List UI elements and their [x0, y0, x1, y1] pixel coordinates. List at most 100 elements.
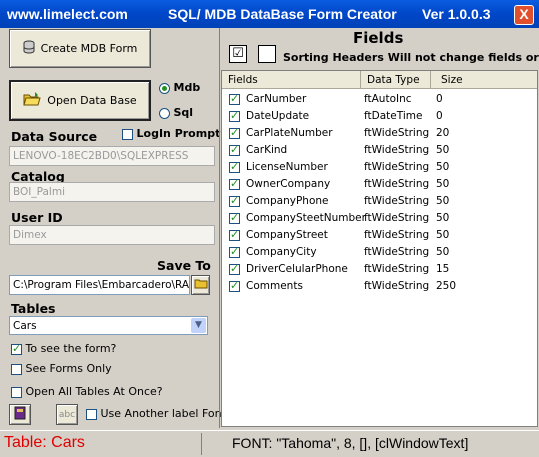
row-checkbox[interactable] — [229, 194, 240, 207]
app-title: SQL/ MDB DataBase Form Creator — [168, 6, 397, 22]
use-another-font-checkbox[interactable]: Use Another label Font — [86, 407, 226, 420]
row-field-name: Comments — [246, 280, 303, 292]
row-checkbox[interactable] — [229, 92, 240, 105]
row-checkbox[interactable] — [229, 262, 240, 275]
header-fields[interactable]: Fields — [222, 71, 360, 89]
login-prompt-checkbox[interactable]: LogIn Prompt — [122, 127, 220, 140]
app-version: Ver 1.0.0.3 — [422, 6, 491, 22]
see-forms-only-check[interactable] — [11, 363, 22, 375]
table-row[interactable]: DateUpdate ftDateTime 0 — [228, 108, 533, 125]
radio-sql[interactable]: Sql — [159, 106, 193, 119]
row-checkbox[interactable] — [229, 177, 240, 190]
create-mdb-form-button[interactable]: Create MDB Form — [9, 29, 151, 68]
row-data-type: ftWideString — [364, 212, 430, 224]
row-size: 250 — [436, 280, 457, 292]
table-row[interactable]: OwnerCompany ftWideString 50 — [228, 176, 533, 193]
see-forms-only-checkbox[interactable]: See Forms Only — [11, 362, 112, 375]
row-checkbox[interactable] — [229, 245, 240, 258]
to-see-form-checkbox[interactable]: To see the form? — [11, 342, 116, 355]
row-size: 15 — [436, 263, 450, 275]
row-size: 50 — [436, 195, 450, 207]
abc-font-label: abc — [58, 409, 76, 420]
row-size: 50 — [436, 144, 450, 156]
row-size: 50 — [436, 212, 450, 224]
row-size: 20 — [436, 127, 450, 139]
catalog-field[interactable]: BOI_Palmi — [9, 182, 215, 202]
status-divider — [201, 433, 202, 455]
table-row[interactable]: CarPlateNumber ftWideString 20 — [228, 125, 533, 142]
table-row[interactable]: CompanyStreet ftWideString 50 — [228, 227, 533, 244]
status-font: FONT: "Tahoma", 8, [], [clWindowText] — [232, 435, 469, 451]
site-url: www.limelect.com — [7, 6, 128, 22]
check-all-icon[interactable]: ☑ — [229, 45, 247, 63]
login-prompt-check[interactable] — [122, 128, 133, 140]
radio-mdb[interactable]: Mdb — [159, 81, 200, 94]
open-folder-icon — [23, 92, 41, 109]
table-row[interactable]: LicenseNumber ftWideString 50 — [228, 159, 533, 176]
row-data-type: ftAutoInc — [364, 93, 412, 105]
row-field-name: DriverCelularPhone — [246, 263, 348, 275]
data-source-field[interactable]: LENOVO-18EC2BD0\SQLEXPRESS — [9, 146, 215, 166]
row-size: 50 — [436, 161, 450, 173]
user-id-label: User ID — [11, 210, 63, 225]
uncheck-all-toggle[interactable] — [258, 45, 276, 66]
table-row[interactable]: CarNumber ftAutoInc 0 — [228, 91, 533, 108]
row-checkbox[interactable] — [229, 211, 240, 224]
row-field-name: LicenseNumber — [246, 161, 328, 173]
row-checkbox[interactable] — [229, 228, 240, 241]
tables-label: Tables — [11, 301, 56, 316]
row-data-type: ftWideString — [364, 195, 430, 207]
row-data-type: ftWideString — [364, 161, 430, 173]
open-database-button[interactable]: Open Data Base — [9, 80, 151, 121]
row-field-name: DateUpdate — [246, 110, 310, 122]
save-to-field[interactable]: C:\Program Files\Embarcadero\RAD — [9, 275, 190, 295]
radio-mdb-indicator[interactable] — [159, 82, 170, 94]
to-see-form-label: To see the form? — [25, 342, 117, 355]
close-button[interactable]: X — [514, 5, 534, 25]
header-data-type[interactable]: Data Type — [360, 71, 430, 89]
table-row[interactable]: Comments ftWideString 250 — [228, 278, 533, 295]
row-data-type: ftWideString — [364, 280, 430, 292]
row-size: 50 — [436, 229, 450, 241]
table-row[interactable]: CompanyCity ftWideString 50 — [228, 244, 533, 261]
row-checkbox[interactable] — [229, 279, 240, 292]
title-bar: www.limelect.com SQL/ MDB DataBase Form … — [0, 0, 539, 28]
table-row[interactable]: CarKind ftWideString 50 — [228, 142, 533, 159]
database-icon — [23, 40, 35, 57]
chevron-down-icon[interactable]: ▼ — [191, 318, 206, 333]
row-checkbox[interactable] — [229, 143, 240, 156]
data-source-label: Data Source — [11, 129, 98, 144]
table-row[interactable]: CompanySteetNumberftWideString 50 — [228, 210, 533, 227]
open-database-label: Open Data Base — [47, 94, 137, 107]
uncheck-all-icon[interactable] — [258, 45, 276, 63]
use-another-font-label: Use Another label Font — [100, 407, 226, 420]
abc-font-button[interactable]: abc — [56, 404, 78, 425]
login-prompt-label: LogIn Prompt — [136, 127, 221, 140]
row-field-name: CarPlateNumber — [246, 127, 333, 139]
close-icon: X — [519, 6, 529, 22]
status-table: Table: Cars — [4, 434, 85, 451]
tables-select[interactable]: Cars ▼ — [9, 316, 208, 335]
table-row[interactable]: CompanyPhone ftWideString 50 — [228, 193, 533, 210]
status-bar: Table: Cars FONT: "Tahoma", 8, [], [clWi… — [0, 430, 539, 457]
open-all-tables-check[interactable] — [11, 386, 22, 398]
radio-sql-indicator[interactable] — [159, 107, 170, 119]
table-row[interactable]: DriverCelularPhone ftWideString 15 — [228, 261, 533, 278]
to-see-form-check[interactable] — [11, 342, 22, 355]
row-field-name: CompanyStreet — [246, 229, 328, 241]
use-another-font-check[interactable] — [86, 408, 97, 420]
row-checkbox[interactable] — [229, 109, 240, 122]
row-size: 50 — [436, 246, 450, 258]
browse-folder-button[interactable] — [191, 275, 210, 295]
row-checkbox[interactable] — [229, 126, 240, 139]
row-data-type: ftWideString — [364, 246, 430, 258]
row-data-type: ftWideString — [364, 178, 430, 190]
help-book-button[interactable] — [9, 404, 31, 425]
row-field-name: CompanySteetNumber — [246, 212, 366, 224]
user-id-field[interactable]: Dimex — [9, 225, 215, 245]
row-checkbox[interactable] — [229, 160, 240, 173]
check-all-toggle[interactable]: ☑ — [229, 45, 247, 63]
row-size: 0 — [436, 110, 443, 122]
header-size[interactable]: Size — [430, 71, 537, 89]
open-all-tables-checkbox[interactable]: Open All Tables At Once? — [11, 385, 163, 398]
